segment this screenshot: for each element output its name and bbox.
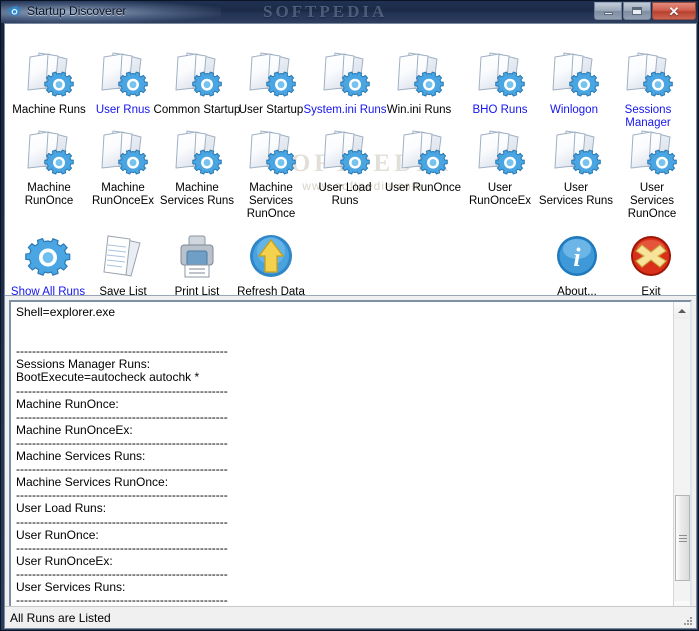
window-title: Startup Discoverer — [27, 4, 127, 18]
icon-label: Refresh Data — [237, 286, 305, 296]
minimize-icon — [603, 11, 613, 15]
softpedia-watermark-title: SOFTPEDIA — [263, 2, 388, 21]
papers-gear-icon — [22, 128, 76, 180]
icon-label: Exit — [641, 286, 661, 296]
papers-gear-icon — [396, 128, 450, 180]
papers-gear-icon — [244, 128, 298, 180]
status-message: All Runs are Listed — [10, 611, 111, 625]
icon-button-refresh-data[interactable]: Refresh Data — [225, 232, 317, 296]
close-button[interactable]: ✕ — [652, 2, 696, 20]
icon-button-user-services-runonce[interactable]: User Services RunOnce — [606, 128, 696, 221]
client-area: SOFTPEDIA www.softpedia.com Machine Runs — [4, 23, 697, 629]
papers-gear-icon — [625, 128, 679, 180]
papers-gear-icon — [318, 50, 372, 102]
papers-gear-icon — [96, 50, 150, 102]
papers-gear-icon — [547, 50, 601, 102]
icon-label: Win.ini Runs — [386, 104, 452, 116]
resize-grip-icon[interactable] — [681, 614, 693, 626]
papers-gear-icon — [170, 50, 224, 102]
papers-gear-icon — [549, 128, 603, 180]
scrollbar-grip-icon — [678, 533, 687, 544]
gear-icon — [7, 5, 21, 17]
title-bar[interactable]: Startup Discoverer SOFTPEDIA ✕ — [1, 1, 698, 23]
minimize-button[interactable] — [594, 2, 622, 20]
maximize-icon — [632, 7, 642, 15]
output-textarea[interactable]: Shell=explorer.exe ---------------------… — [9, 300, 692, 620]
papers-gear-icon — [473, 50, 527, 102]
papers-gear-icon — [244, 50, 298, 102]
output-text[interactable]: Shell=explorer.exe ---------------------… — [11, 302, 673, 618]
gear-icon — [21, 232, 75, 284]
papers-gear-icon — [392, 50, 446, 102]
papers-gear-icon — [170, 128, 224, 180]
papers-gear-icon — [318, 128, 372, 180]
arrow-up-icon — [678, 308, 686, 313]
window-controls: ✕ — [594, 2, 696, 21]
icon-button-win-ini-runs[interactable]: Win.ini Runs — [373, 50, 465, 117]
status-bar: All Runs are Listed — [5, 606, 696, 628]
icon-button-exit[interactable]: Exit — [605, 232, 696, 296]
papers-gear-icon — [22, 50, 76, 102]
icon-button-sessions-manager[interactable]: Sessions Manager — [602, 50, 694, 130]
svg-text:i: i — [573, 243, 581, 272]
scrollbar-thumb[interactable] — [675, 495, 690, 581]
document-save-icon — [96, 232, 150, 284]
refresh-up-arrow-icon — [244, 232, 298, 284]
icon-panel: SOFTPEDIA www.softpedia.com Machine Runs — [5, 24, 696, 296]
papers-gear-icon — [96, 128, 150, 180]
printer-icon — [170, 232, 224, 284]
icon-label: User Services RunOnce — [627, 182, 677, 220]
app-window: Startup Discoverer SOFTPEDIA ✕ SOFTPEDIA… — [0, 0, 699, 631]
papers-gear-icon — [473, 128, 527, 180]
icon-label: Sessions Manager — [624, 104, 672, 129]
exit-cross-icon — [624, 232, 678, 284]
vertical-scrollbar[interactable] — [673, 302, 690, 618]
papers-gear-icon — [621, 50, 675, 102]
info-icon: i — [550, 232, 604, 284]
maximize-button[interactable] — [623, 2, 651, 20]
scroll-up-button[interactable] — [674, 302, 690, 319]
close-icon: ✕ — [668, 3, 680, 19]
